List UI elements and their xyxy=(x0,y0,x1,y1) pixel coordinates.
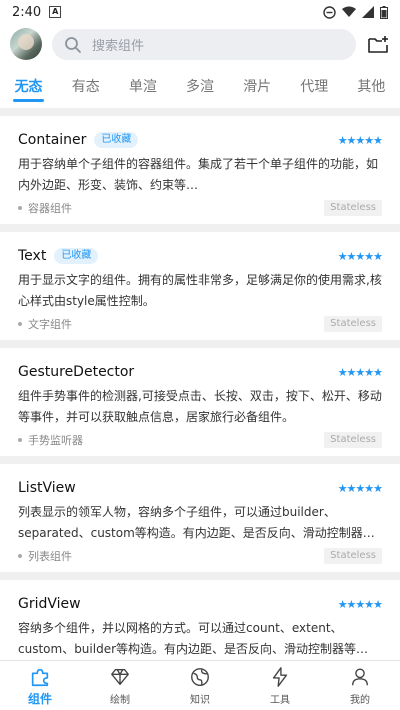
card-title: Text xyxy=(18,248,47,264)
search-placeholder: 搜索组件 xyxy=(92,39,145,54)
notification-a-icon: A xyxy=(49,6,62,18)
rating-stars: ★★★★★ xyxy=(337,365,383,379)
favorited-badge: 已收藏 xyxy=(94,132,139,148)
status-bar: 2:40 A xyxy=(0,0,400,24)
wifi-icon xyxy=(342,6,356,17)
card-description: 容纳多个组件，并以网格的方式。可以通过count、extent、custom、b… xyxy=(18,621,369,656)
card-title: GridView xyxy=(18,596,81,612)
nav-item-components[interactable]: 组件 xyxy=(0,661,80,710)
person-icon xyxy=(351,668,369,686)
tab-daili[interactable]: 代理 xyxy=(286,66,343,108)
widget-card-listview[interactable]: ListView ★★★★★ 列表显示的领军人物，容纳多个子组件，可以通过bui… xyxy=(0,464,400,572)
bullet-dot xyxy=(18,438,22,442)
nav-label: 组件 xyxy=(27,692,52,706)
status-icons xyxy=(323,5,388,19)
rating-stars: ★★★★★ xyxy=(337,481,383,495)
stateless-tag: Stateless xyxy=(324,200,382,216)
widget-card-container[interactable]: Container 已收藏 ★★★★★ 用于容纳单个子组件的容器组件。集成了若干… xyxy=(0,116,400,224)
globe-icon xyxy=(191,668,209,686)
card-description: 用于容纳单个子组件的容器组件。集成了若干个单子组件的功能，如内外边距、形变、装饰… xyxy=(18,157,379,192)
card-category: 容器组件 xyxy=(28,202,72,215)
card-category: 手势监听器 xyxy=(28,434,83,447)
lightning-icon xyxy=(272,667,288,687)
widget-card-gesturedetector[interactable]: GestureDetector ★★★★★ 组件手势事件的检测器,可接受点击、长… xyxy=(0,348,400,456)
nav-label: 工具 xyxy=(270,695,290,706)
category-tabs: 无态 有态 单渲 多渲 滑片 代理 其他 xyxy=(0,66,400,108)
add-folder-icon[interactable] xyxy=(366,33,390,57)
tab-danxuan[interactable]: 单渲 xyxy=(114,66,171,108)
tab-youtai[interactable]: 有态 xyxy=(57,66,114,108)
status-time: 2:40 xyxy=(12,4,42,20)
do-not-disturb-icon xyxy=(323,5,336,19)
nav-label: 绘制 xyxy=(110,695,130,706)
battery-icon xyxy=(380,5,388,19)
card-title: ListView xyxy=(18,480,76,496)
card-description: 用于显示文字的组件。拥有的属性非常多，足够满足你的使用需求,核心样式由style… xyxy=(18,273,382,308)
widget-card-text[interactable]: Text 已收藏 ★★★★★ 用于显示文字的组件。拥有的属性非常多，足够满足你的… xyxy=(0,232,400,340)
rating-stars: ★★★★★ xyxy=(337,133,383,147)
search-input[interactable]: 搜索组件 xyxy=(52,29,356,60)
widget-card-gridview[interactable]: GridView ★★★★★ 容纳多个组件，并以网格的方式。可以通过count、… xyxy=(0,580,400,660)
nav-item-knowledge[interactable]: 知识 xyxy=(160,661,240,710)
signal-icon xyxy=(362,6,374,18)
nav-label: 我的 xyxy=(350,695,370,706)
tab-qita[interactable]: 其他 xyxy=(343,66,400,108)
rating-stars: ★★★★★ xyxy=(337,597,383,611)
nav-label: 知识 xyxy=(190,695,210,706)
bullet-dot xyxy=(18,206,22,210)
nav-item-painting[interactable]: 绘制 xyxy=(80,661,160,710)
favorited-badge: 已收藏 xyxy=(54,248,99,264)
bottom-nav: 组件 绘制 知识 工具 我的 xyxy=(0,660,400,710)
tab-duoxuan[interactable]: 多渲 xyxy=(171,66,228,108)
card-description: 列表显示的领军人物，容纳多个子组件，可以通过builder、separated、… xyxy=(18,505,375,540)
stateless-tag: Stateless xyxy=(324,432,382,448)
nav-item-tools[interactable]: 工具 xyxy=(240,661,320,710)
card-description: 组件手势事件的检测器,可接受点击、长按、双击，按下、松开、移动等事件，并可以获取… xyxy=(18,389,382,424)
tab-wutai[interactable]: 无态 xyxy=(0,66,57,108)
avatar[interactable] xyxy=(10,28,42,60)
stateless-tag: Stateless xyxy=(324,316,382,332)
card-category: 文字组件 xyxy=(28,318,72,331)
puzzle-icon xyxy=(31,668,49,687)
search-icon xyxy=(65,36,81,53)
rating-stars: ★★★★★ xyxy=(337,249,383,263)
tab-huapian[interactable]: 滑片 xyxy=(229,66,286,108)
widget-list[interactable]: Container 已收藏 ★★★★★ 用于容纳单个子组件的容器组件。集成了若干… xyxy=(0,116,400,660)
diamond-icon xyxy=(111,668,129,686)
stateless-tag: Stateless xyxy=(324,548,382,564)
card-title: GestureDetector xyxy=(18,364,135,380)
card-title: Container xyxy=(18,132,87,148)
card-category: 列表组件 xyxy=(28,550,72,563)
top-header: 搜索组件 xyxy=(0,24,400,66)
nav-item-mine[interactable]: 我的 xyxy=(320,661,400,710)
bullet-dot xyxy=(18,554,22,558)
bullet-dot xyxy=(18,322,22,326)
